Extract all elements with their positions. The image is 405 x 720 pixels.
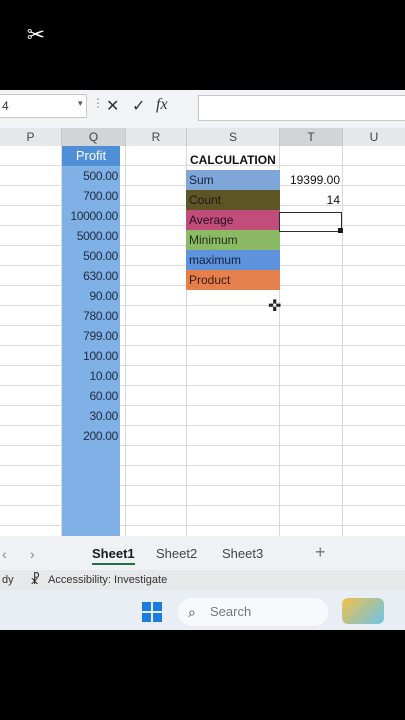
tab-sheet3[interactable]: Sheet3 bbox=[222, 546, 263, 561]
calculation-label-sum[interactable]: Sum bbox=[186, 170, 280, 190]
fill-handle[interactable] bbox=[338, 228, 343, 233]
status-ready: dy bbox=[2, 574, 14, 586]
calculation-label-product[interactable]: Product bbox=[186, 270, 280, 290]
calculation-label-count[interactable]: Count bbox=[186, 190, 280, 210]
prev-sheet-icon[interactable]: ‹ bbox=[2, 546, 7, 562]
calculation-label-average[interactable]: Average bbox=[186, 210, 280, 230]
windows-start-icon[interactable] bbox=[142, 602, 162, 622]
taskbar-search[interactable]: ⌕ Search bbox=[178, 598, 328, 626]
accessibility-status[interactable]: Accessibility: Investigate bbox=[48, 570, 167, 590]
name-box-value: 4 bbox=[2, 99, 9, 113]
calculation-value-minimum[interactable] bbox=[280, 230, 342, 250]
column-header-t[interactable]: T bbox=[280, 128, 343, 147]
tab-sheet2[interactable]: Sheet2 bbox=[156, 546, 197, 561]
cancel-icon[interactable]: ✕ bbox=[106, 96, 119, 116]
profit-cell[interactable]: 5000.00 bbox=[62, 226, 120, 246]
column-header-p[interactable]: P bbox=[0, 128, 62, 147]
next-sheet-icon[interactable]: › bbox=[30, 546, 35, 562]
formula-tools: ⋮ ✕ ✓ fx bbox=[92, 94, 180, 118]
calculation-value-count[interactable]: 14 bbox=[280, 190, 342, 210]
formula-input[interactable] bbox=[198, 95, 405, 121]
grid-line bbox=[342, 146, 343, 576]
excel-window: 4 ▾ ⋮ ✕ ✓ fx P Q R S T U Profit 500.00 70… bbox=[0, 90, 405, 630]
status-bar: dy ☧ Accessibility: Investigate bbox=[0, 570, 405, 590]
profit-cell[interactable]: 30.00 bbox=[62, 406, 120, 426]
accessibility-icon: ☧ bbox=[30, 572, 41, 587]
calculation-value-product[interactable] bbox=[280, 270, 342, 290]
profit-cell[interactable]: 10000.00 bbox=[62, 206, 120, 226]
column-header-s[interactable]: S bbox=[187, 128, 280, 147]
calculation-label-minimum[interactable]: Minimum bbox=[186, 230, 280, 250]
add-sheet-icon[interactable]: + bbox=[315, 542, 326, 563]
search-icon: ⌕ bbox=[188, 604, 196, 620]
profit-cell[interactable]: 630.00 bbox=[62, 266, 120, 286]
grid-line bbox=[125, 146, 126, 576]
calculation-value-sum[interactable]: 19399.00 bbox=[280, 170, 342, 190]
profit-cell[interactable]: 500.00 bbox=[62, 246, 120, 266]
profit-cell[interactable]: 500.00 bbox=[62, 166, 120, 186]
grip-icon: ⋮ bbox=[92, 96, 104, 110]
column-header-q[interactable]: Q bbox=[62, 128, 126, 147]
chevron-down-icon[interactable]: ▾ bbox=[78, 98, 83, 109]
enter-icon[interactable]: ✓ bbox=[132, 96, 145, 116]
profit-cell[interactable]: 700.00 bbox=[62, 186, 120, 206]
profit-cell[interactable]: 100.00 bbox=[62, 346, 120, 366]
profit-cell[interactable]: 10.00 bbox=[62, 366, 120, 386]
insert-function-icon[interactable]: fx bbox=[156, 96, 168, 114]
sheet-tabs: ‹ › Sheet1 Sheet2 Sheet3 + bbox=[0, 536, 405, 570]
calculation-header[interactable]: CALCULATION bbox=[188, 150, 278, 170]
profit-cell[interactable]: 799.00 bbox=[62, 326, 120, 346]
selected-cell[interactable] bbox=[279, 212, 342, 232]
calculation-value-maximum[interactable] bbox=[280, 250, 342, 270]
column-header-r[interactable]: R bbox=[126, 128, 187, 147]
profit-cell[interactable]: 200.00 bbox=[62, 426, 120, 446]
capcut-logo-icon: ✂ bbox=[26, 22, 46, 47]
cell-cursor-icon: ✜ bbox=[268, 298, 282, 315]
tab-sheet1[interactable]: Sheet1 bbox=[92, 546, 135, 565]
column-header-u[interactable]: U bbox=[343, 128, 405, 147]
name-box[interactable]: 4 ▾ bbox=[0, 94, 87, 118]
profit-cell[interactable]: 780.00 bbox=[62, 306, 120, 326]
calculation-label-maximum[interactable]: maximum bbox=[186, 250, 280, 270]
profit-header[interactable]: Profit bbox=[62, 146, 120, 166]
profit-cell[interactable]: 90.00 bbox=[62, 286, 120, 306]
search-placeholder: Search bbox=[210, 604, 252, 619]
profit-cell[interactable]: 60.00 bbox=[62, 386, 120, 406]
widgets-icon[interactable] bbox=[342, 598, 384, 624]
